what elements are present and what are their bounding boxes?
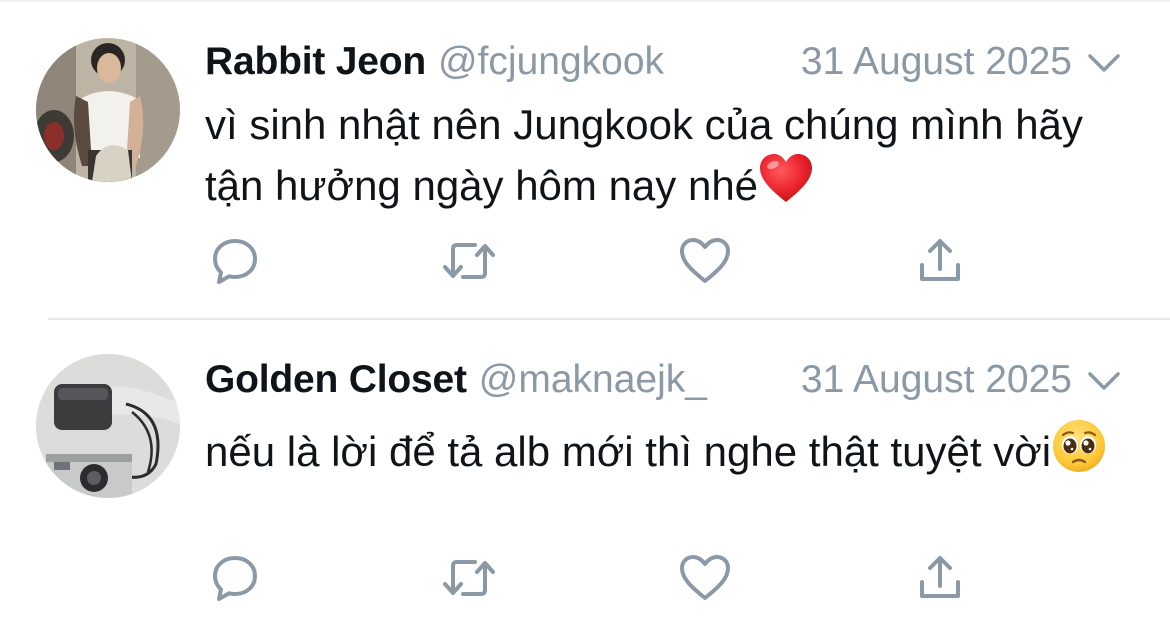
- avatar-image: [36, 38, 180, 182]
- display-name[interactable]: Golden Closet: [205, 358, 467, 402]
- timestamp[interactable]: 31 August 2025: [801, 352, 1072, 408]
- retweet-button[interactable]: [441, 550, 497, 606]
- tweet-text-content: nếu là lời để tả alb mới thì nghe thật t…: [205, 428, 1052, 475]
- chevron-down-icon[interactable]: [1084, 42, 1124, 82]
- user-handle[interactable]: @fcjungkook: [438, 40, 664, 84]
- tweet-actions: [0, 550, 1170, 606]
- tweet-text: nếu là lời để tả alb mới thì nghe thật t…: [205, 418, 1125, 479]
- tweet[interactable]: Rabbit Jeon @fcjungkook 31 August 2025 v…: [0, 0, 1170, 318]
- reply-icon: [213, 239, 257, 284]
- like-button[interactable]: [677, 550, 733, 606]
- tweet-actions: [0, 233, 1170, 289]
- like-icon: [680, 555, 730, 600]
- tweet-header: Golden Closet @maknaejk_: [205, 352, 707, 408]
- avatar[interactable]: [36, 354, 180, 498]
- avatar[interactable]: [36, 38, 180, 182]
- share-button[interactable]: [912, 550, 968, 606]
- retweet-icon: [443, 560, 495, 596]
- retweet-button[interactable]: [441, 233, 497, 289]
- tweet-header: Rabbit Jeon @fcjungkook: [205, 34, 664, 90]
- red-heart-emoji-icon: [760, 154, 813, 202]
- share-icon: [920, 239, 960, 281]
- avatar-image: [36, 354, 180, 498]
- user-handle[interactable]: @maknaejk_: [479, 358, 707, 402]
- pleading-face-emoji-icon: [1053, 420, 1106, 472]
- tweet-text-content: vì sinh nhật nên Jungkook của chúng mình…: [205, 101, 1083, 209]
- like-icon: [680, 238, 730, 283]
- chevron-down-icon[interactable]: [1084, 360, 1124, 400]
- display-name[interactable]: Rabbit Jeon: [205, 40, 426, 84]
- like-button[interactable]: [677, 233, 733, 289]
- tweet[interactable]: Golden Closet @maknaejk_ 31 August 2025 …: [0, 320, 1170, 639]
- retweet-icon: [443, 243, 495, 279]
- share-icon: [920, 556, 960, 598]
- reply-button[interactable]: [207, 233, 263, 289]
- share-button[interactable]: [912, 233, 968, 289]
- timestamp[interactable]: 31 August 2025: [801, 34, 1072, 90]
- reply-button[interactable]: [207, 550, 263, 606]
- reply-icon: [213, 556, 257, 601]
- tweet-text: vì sinh nhật nên Jungkook của chúng mình…: [205, 98, 1125, 213]
